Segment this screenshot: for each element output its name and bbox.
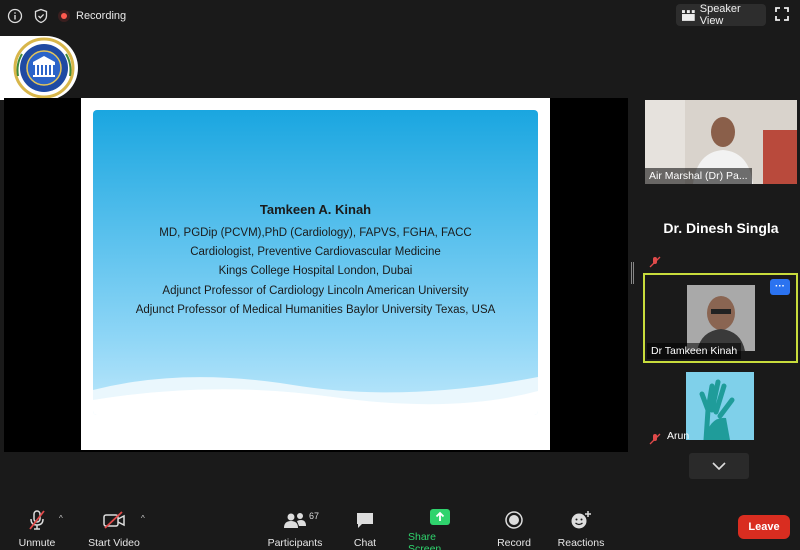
record-icon: [58, 10, 70, 22]
slide-line: Cardiologist, Preventive Cardiovascular …: [190, 246, 441, 259]
panel-resize-handle[interactable]: [631, 262, 634, 284]
slide-presenter-name: Tamkeen A. Kinah: [259, 202, 372, 217]
info-icon[interactable]: [6, 7, 24, 25]
start-video-label: Start Video: [88, 537, 140, 549]
participant-name: Dr Tamkeen Kinah: [647, 343, 742, 359]
fullscreen-icon[interactable]: [774, 6, 792, 24]
participant-name: Arun: [667, 430, 690, 442]
muted-mic-icon: [649, 433, 661, 445]
muted-mic-icon: [25, 508, 49, 532]
share-screen-button[interactable]: Share Screen: [408, 500, 472, 550]
record-icon: [502, 508, 526, 532]
recording-label: Recording: [76, 10, 127, 22]
unmute-label: Unmute: [18, 537, 56, 549]
reactions-label: Reactions: [557, 537, 605, 549]
share-screen-label: Share Screen: [408, 531, 442, 550]
share-screen-icon: [428, 508, 452, 526]
participant-display-name: Dr. Dinesh Singla: [663, 220, 779, 236]
slide-wave: [93, 377, 538, 415]
reactions-button[interactable]: Reactions: [557, 500, 605, 550]
chat-button[interactable]: Chat: [350, 500, 380, 550]
participants-button[interactable]: 67 Participants: [266, 500, 324, 550]
participant-name: Air Marshal (Dr) Pa...: [645, 168, 752, 184]
participants-label: Participants: [267, 537, 323, 549]
more-options-button[interactable]: ···: [770, 279, 790, 295]
speaker-view-button[interactable]: Speaker View: [676, 3, 766, 27]
slide-line: Adjunct Professor of Medical Humanities …: [135, 303, 496, 316]
emoji-add-icon: [569, 508, 593, 532]
meeting-toolbar: Unmute ^ Start Video ^ 67 Participants C…: [0, 500, 800, 550]
record-button[interactable]: Record: [496, 500, 532, 550]
chevron-down-icon: [712, 462, 726, 470]
slide-line: MD, PGDip (PCVM),PhD (Cardiology), FAPVS…: [159, 227, 472, 239]
zoom-meeting-window: Recording Speaker View Tamkeen A. Kinah …: [0, 0, 800, 550]
audio-options-caret[interactable]: ^: [59, 514, 67, 523]
university-logo: [0, 36, 78, 100]
slide-line: Kings College Hospital London, Dubai: [218, 265, 413, 278]
speaker-view-label: Speaker View: [699, 3, 741, 27]
participants-count: 67: [309, 511, 320, 521]
record-label: Record: [497, 537, 531, 549]
muted-mic-icon: [649, 256, 661, 268]
top-bar: Recording Speaker View: [0, 0, 800, 32]
video-options-caret[interactable]: ^: [141, 514, 149, 523]
participant-video: [686, 372, 754, 440]
unmute-button[interactable]: Unmute: [14, 500, 60, 550]
start-video-button[interactable]: Start Video: [86, 500, 142, 550]
participants-icon: 67: [283, 508, 319, 532]
presentation-slide: Tamkeen A. Kinah MD, PGDip (PCVM),PhD (C…: [81, 98, 550, 450]
chat-label: Chat: [353, 537, 377, 549]
participant-video: [687, 285, 755, 351]
speaker-view-icon: [682, 9, 695, 21]
recording-indicator[interactable]: Recording: [58, 7, 126, 25]
participant-tile[interactable]: Air Marshal (Dr) Pa...: [645, 100, 797, 184]
leave-button[interactable]: Leave: [738, 515, 790, 539]
video-off-icon: [102, 508, 126, 532]
scroll-down-button[interactable]: [689, 453, 749, 479]
slide-line: Adjunct Professor of Cardiology Lincoln …: [162, 284, 469, 297]
participant-tile-active[interactable]: ··· Dr Tamkeen Kinah: [643, 273, 798, 363]
shield-check-icon[interactable]: [32, 7, 50, 25]
chat-icon: [353, 508, 377, 532]
slide-content: Tamkeen A. Kinah MD, PGDip (PCVM),PhD (C…: [81, 201, 550, 320]
participant-tile[interactable]: Dr. Dinesh Singla: [645, 190, 797, 270]
participant-tile[interactable]: Arun: [645, 370, 797, 448]
